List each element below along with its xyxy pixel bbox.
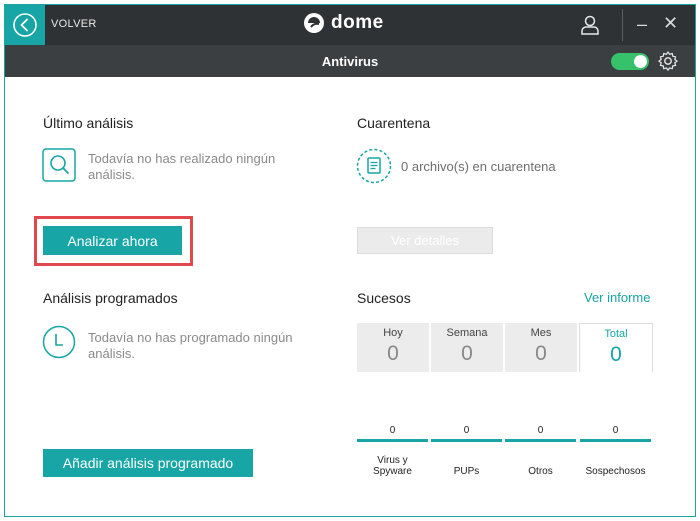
tab-total[interactable]: Total 0 [579, 323, 653, 372]
events-title: Sucesos [357, 290, 411, 306]
quarantine-message: 0 archivo(s) en cuarentena [401, 159, 556, 174]
category-name: Otros [528, 466, 553, 477]
events-period-tabs: Hoy 0 Semana 0 Mes 0 Total 0 [357, 323, 653, 372]
scan-magnifier-icon [42, 148, 76, 182]
title-bar: VOLVER dome – ✕ [5, 5, 695, 45]
tab-label: Mes [530, 327, 552, 339]
view-report-link[interactable]: Ver informe [584, 290, 650, 305]
tab-value: 0 [461, 342, 473, 365]
quarantine-document-icon [356, 148, 392, 184]
category-bar [431, 439, 502, 442]
category-virus-spyware: 0 Virus y Spyware [357, 425, 428, 477]
minimize-button[interactable]: – [637, 15, 653, 35]
back-button[interactable] [5, 5, 45, 45]
clock-icon [42, 325, 76, 359]
category-bar [357, 439, 428, 442]
back-label[interactable]: VOLVER [51, 18, 97, 30]
tab-label: Semana [446, 327, 488, 339]
user-account-button[interactable] [578, 13, 602, 37]
category-count: 0 [389, 425, 396, 436]
quarantine-title: Cuarentena [357, 115, 431, 131]
settings-button[interactable] [657, 50, 679, 72]
add-scheduled-scan-button[interactable]: Añadir análisis programado [43, 449, 253, 477]
category-count: 0 [537, 425, 544, 436]
last-scan-title: Último análisis [43, 115, 134, 131]
tab-week[interactable]: Semana 0 [431, 323, 503, 372]
category-bar [505, 439, 576, 442]
scan-now-button[interactable]: Analizar ahora [43, 226, 182, 255]
tab-value: 0 [535, 342, 547, 365]
antivirus-toggle[interactable] [611, 53, 649, 70]
user-icon [581, 15, 599, 35]
tab-today[interactable]: Hoy 0 [357, 323, 429, 372]
tab-month[interactable]: Mes 0 [505, 323, 577, 372]
category-name: PUPs [453, 466, 480, 477]
gear-icon [658, 51, 678, 71]
close-button[interactable]: ✕ [663, 14, 681, 34]
back-arrow-icon [13, 13, 37, 37]
tab-label: Hoy [383, 327, 403, 339]
tab-value: 0 [387, 342, 399, 365]
scheduled-scan-title: Análisis programados [43, 290, 178, 306]
tab-value: 0 [610, 343, 622, 366]
dome-logo-icon [304, 13, 324, 33]
section-header: Antivirus [5, 45, 695, 77]
category-count: 0 [612, 425, 619, 436]
logo-text: dome [331, 12, 384, 33]
category-suspicious: 0 Sospechosos [580, 425, 651, 477]
scheduled-scan-message: Todavía no has programado ningún análisi… [88, 330, 293, 361]
titlebar-separator [622, 9, 623, 41]
category-others: 0 Otros [505, 425, 576, 477]
view-details-button[interactable]: Ver detalles [357, 227, 493, 254]
last-scan-message: Todavía no has realizado ningún análisis… [88, 151, 276, 182]
tab-label: Total [604, 328, 628, 340]
app-window: VOLVER dome – ✕ Antivirus Último análisi… [4, 4, 696, 517]
category-bar [580, 439, 651, 442]
category-name: Virus y Spyware [373, 455, 412, 477]
category-pups: 0 PUPs [431, 425, 502, 477]
dome-logo: dome [303, 12, 384, 34]
toggle-knob [634, 55, 647, 68]
category-name: Sospechosos [585, 466, 646, 477]
section-title: Antivirus [321, 54, 379, 69]
category-count: 0 [463, 425, 470, 436]
